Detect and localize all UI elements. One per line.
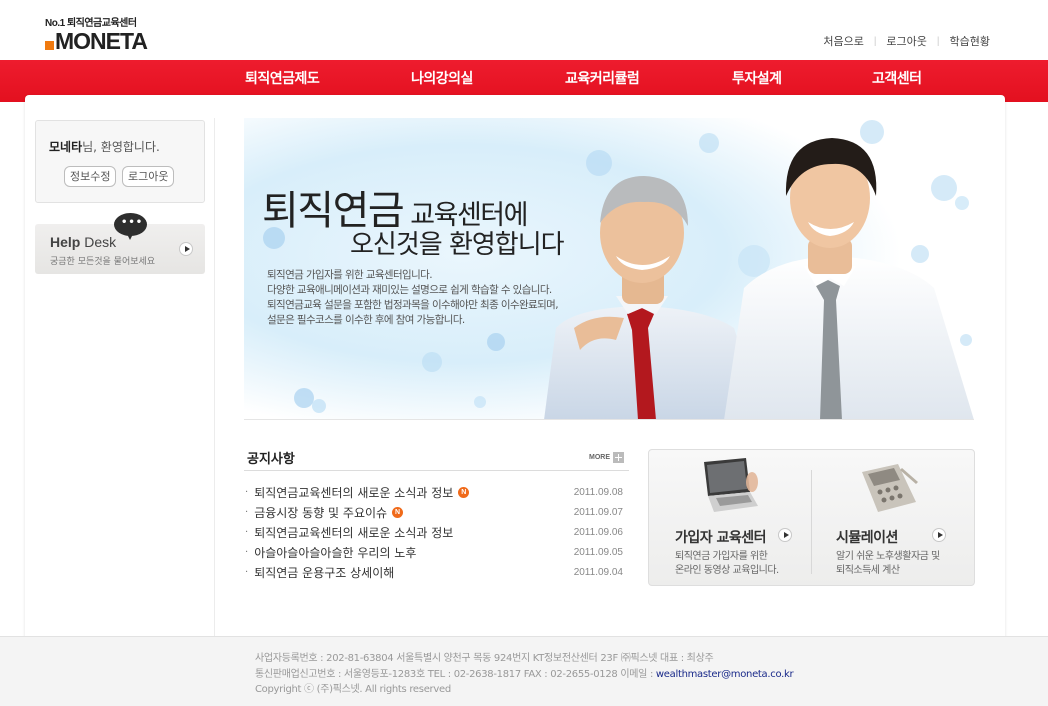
more-label: MORE — [589, 454, 610, 461]
bullet: · — [245, 506, 249, 518]
logo-wordmark: MONETA — [55, 28, 148, 54]
speech-bubble-dots: ••• — [121, 217, 144, 228]
util-link-home[interactable]: 처음으로 — [823, 33, 863, 49]
hero-description: 퇴직연금 가입자를 위한 교육센터입니다. 다양한 교육애니메이션과 재미있는 … — [267, 268, 559, 328]
promo-desc-simulation: 알기 쉬운 노후생활자금 및 퇴직소득세 계산 — [836, 550, 940, 578]
promo-title-simulation[interactable]: 시뮬레이션 — [836, 527, 898, 547]
hero-bottom-line — [244, 419, 974, 420]
notice-title: 공지사항 — [247, 452, 295, 467]
help-title-bold: Help — [50, 234, 81, 250]
notice-item-date: 2011.09.04 — [573, 566, 623, 578]
welcome-message: 모네타님, 환영합니다. — [49, 138, 160, 155]
arrow-right-icon[interactable] — [778, 528, 792, 542]
notice-item-date: 2011.09.07 — [573, 506, 623, 518]
logo-tagline: No.1 퇴직연금교육센터 — [45, 18, 137, 29]
promo-desc-line: 알기 쉬운 노후생활자금 및 — [836, 551, 940, 562]
header: No.1 퇴직연금교육센터 MONETA 처음으로 | 로그아웃 | 학습현황 — [0, 0, 1048, 60]
notice-item[interactable]: · 금융시장 동향 및 주요이슈 N 2011.09.07 — [245, 503, 625, 521]
bullet: · — [245, 546, 249, 558]
sidebar-divider — [214, 118, 215, 636]
logo[interactable]: No.1 퇴직연금교육센터 MONETA — [45, 14, 148, 54]
notice-item-title: 퇴직연금 운용구조 상세이해 — [254, 565, 395, 580]
footer-business-info: 사업자등록번호 : 202-81-63804 서울특별시 양천구 목동 924번… — [255, 653, 714, 664]
nav-item-my-classroom[interactable]: 나의강의실 — [411, 68, 473, 88]
bullet: · — [245, 486, 249, 498]
logo-square-icon — [45, 40, 54, 50]
notice-item-date: 2011.09.08 — [573, 486, 623, 498]
hero-desc-line: 다양한 교육애니메이션과 재미있는 설명으로 쉽게 학습할 수 있습니다. — [267, 284, 552, 296]
hero-desc-line: 퇴직연금교육 설문을 포함한 법정과목을 이수해야만 최종 이수완료되며, — [267, 299, 559, 311]
edit-info-button[interactable]: 정보수정 — [64, 166, 117, 187]
notice-item-date: 2011.09.06 — [573, 526, 623, 538]
promo-desc-line: 퇴직소득세 계산 — [836, 565, 900, 576]
footer-copyright: Copyright ⓒ (주)픽스넷. All rights reserved — [255, 684, 451, 695]
notice-item-title: 퇴직연금교육센터의 새로운 소식과 정보 — [254, 525, 454, 540]
more-button[interactable]: MORE — [589, 452, 624, 463]
promo-divider — [811, 470, 812, 574]
user-name: 모네타 — [49, 140, 83, 154]
help-desk-subtitle: 궁금한 모든것을 물어보세요 — [50, 257, 156, 267]
footer-email-link[interactable]: wealthmaster@moneta.co.kr — [656, 669, 794, 680]
arrow-right-icon[interactable] — [179, 242, 193, 256]
bullet: · — [245, 526, 249, 538]
logout-button[interactable]: 로그아웃 — [122, 166, 175, 187]
speech-bubble-tail — [126, 232, 134, 240]
notice-item-title: 퇴직연금교육센터의 새로운 소식과 정보 — [254, 485, 454, 500]
plus-icon — [613, 452, 624, 463]
util-link-progress[interactable]: 학습현황 — [950, 33, 990, 49]
welcome-suffix: 님, 환영합니다. — [82, 140, 160, 154]
footer: 사업자등록번호 : 202-81-63804 서울특별시 양천구 목동 924번… — [0, 636, 1048, 706]
notice-item-title: 금융시장 동향 및 주요이슈 — [254, 505, 388, 520]
notice-item-date: 2011.09.05 — [573, 546, 623, 558]
hero-title-line2: 오신것을 환영합니다 — [350, 230, 565, 260]
util-separator: | — [873, 35, 877, 47]
notice-item-title: 아슬아슬아슬아슬한 우리의 노후 — [254, 545, 417, 560]
notice-item[interactable]: · 아슬아슬아슬아슬한 우리의 노후 2011.09.05 — [245, 543, 625, 561]
nav-item-curriculum[interactable]: 교육커리큘럼 — [565, 68, 640, 88]
promo-desc-line: 퇴직연금 가입자를 위한 — [675, 551, 768, 562]
arrow-right-icon[interactable] — [932, 528, 946, 542]
nav-item-investment[interactable]: 투자설계 — [732, 68, 782, 88]
footer-contact-text: 통신판매업신고번호 : 서울영등포-1283호 TEL : 02-2638-18… — [255, 669, 656, 680]
nav-item-customer-center[interactable]: 고객센터 — [872, 68, 922, 88]
promo-desc-education: 퇴직연금 가입자를 위한 온라인 동영상 교육입니다. — [675, 550, 779, 578]
login-box: 모네타님, 환영합니다. 정보수정 로그아웃 — [35, 120, 205, 203]
nav-item-retirement-system[interactable]: 퇴직연금제도 — [245, 68, 320, 88]
help-title-rest: Desk — [80, 234, 117, 250]
laptop-icon — [704, 458, 758, 512]
hero-desc-line: 설문은 필수코스를 이수한 후에 참여 가능합니다. — [267, 314, 465, 326]
util-separator: | — [936, 35, 940, 47]
bullet: · — [245, 566, 249, 578]
promo-title-education[interactable]: 가입자 교육센터 — [675, 527, 767, 547]
notice-item[interactable]: · 퇴직연금교육센터의 새로운 소식과 정보 N 2011.09.08 — [245, 483, 625, 501]
notice-divider — [244, 470, 629, 471]
utility-links: 처음으로 | 로그아웃 | 학습현황 — [823, 33, 990, 49]
hero-desc-line: 퇴직연금 가입자를 위한 교육센터입니다. — [267, 269, 433, 281]
new-badge: N — [392, 506, 404, 518]
footer-contact-info: 통신판매업신고번호 : 서울영등포-1283호 TEL : 02-2638-18… — [255, 665, 794, 680]
new-badge: N — [458, 486, 470, 498]
calculator-icon — [862, 464, 918, 512]
notice-item[interactable]: · 퇴직연금 운용구조 상세이해 2011.09.04 — [245, 563, 625, 581]
help-desk-title: Help Desk — [50, 234, 116, 250]
notice-item[interactable]: · 퇴직연금교육센터의 새로운 소식과 정보 2011.09.06 — [245, 523, 625, 541]
promo-desc-line: 온라인 동영상 교육입니다. — [675, 565, 779, 576]
util-link-logout[interactable]: 로그아웃 — [886, 33, 926, 49]
